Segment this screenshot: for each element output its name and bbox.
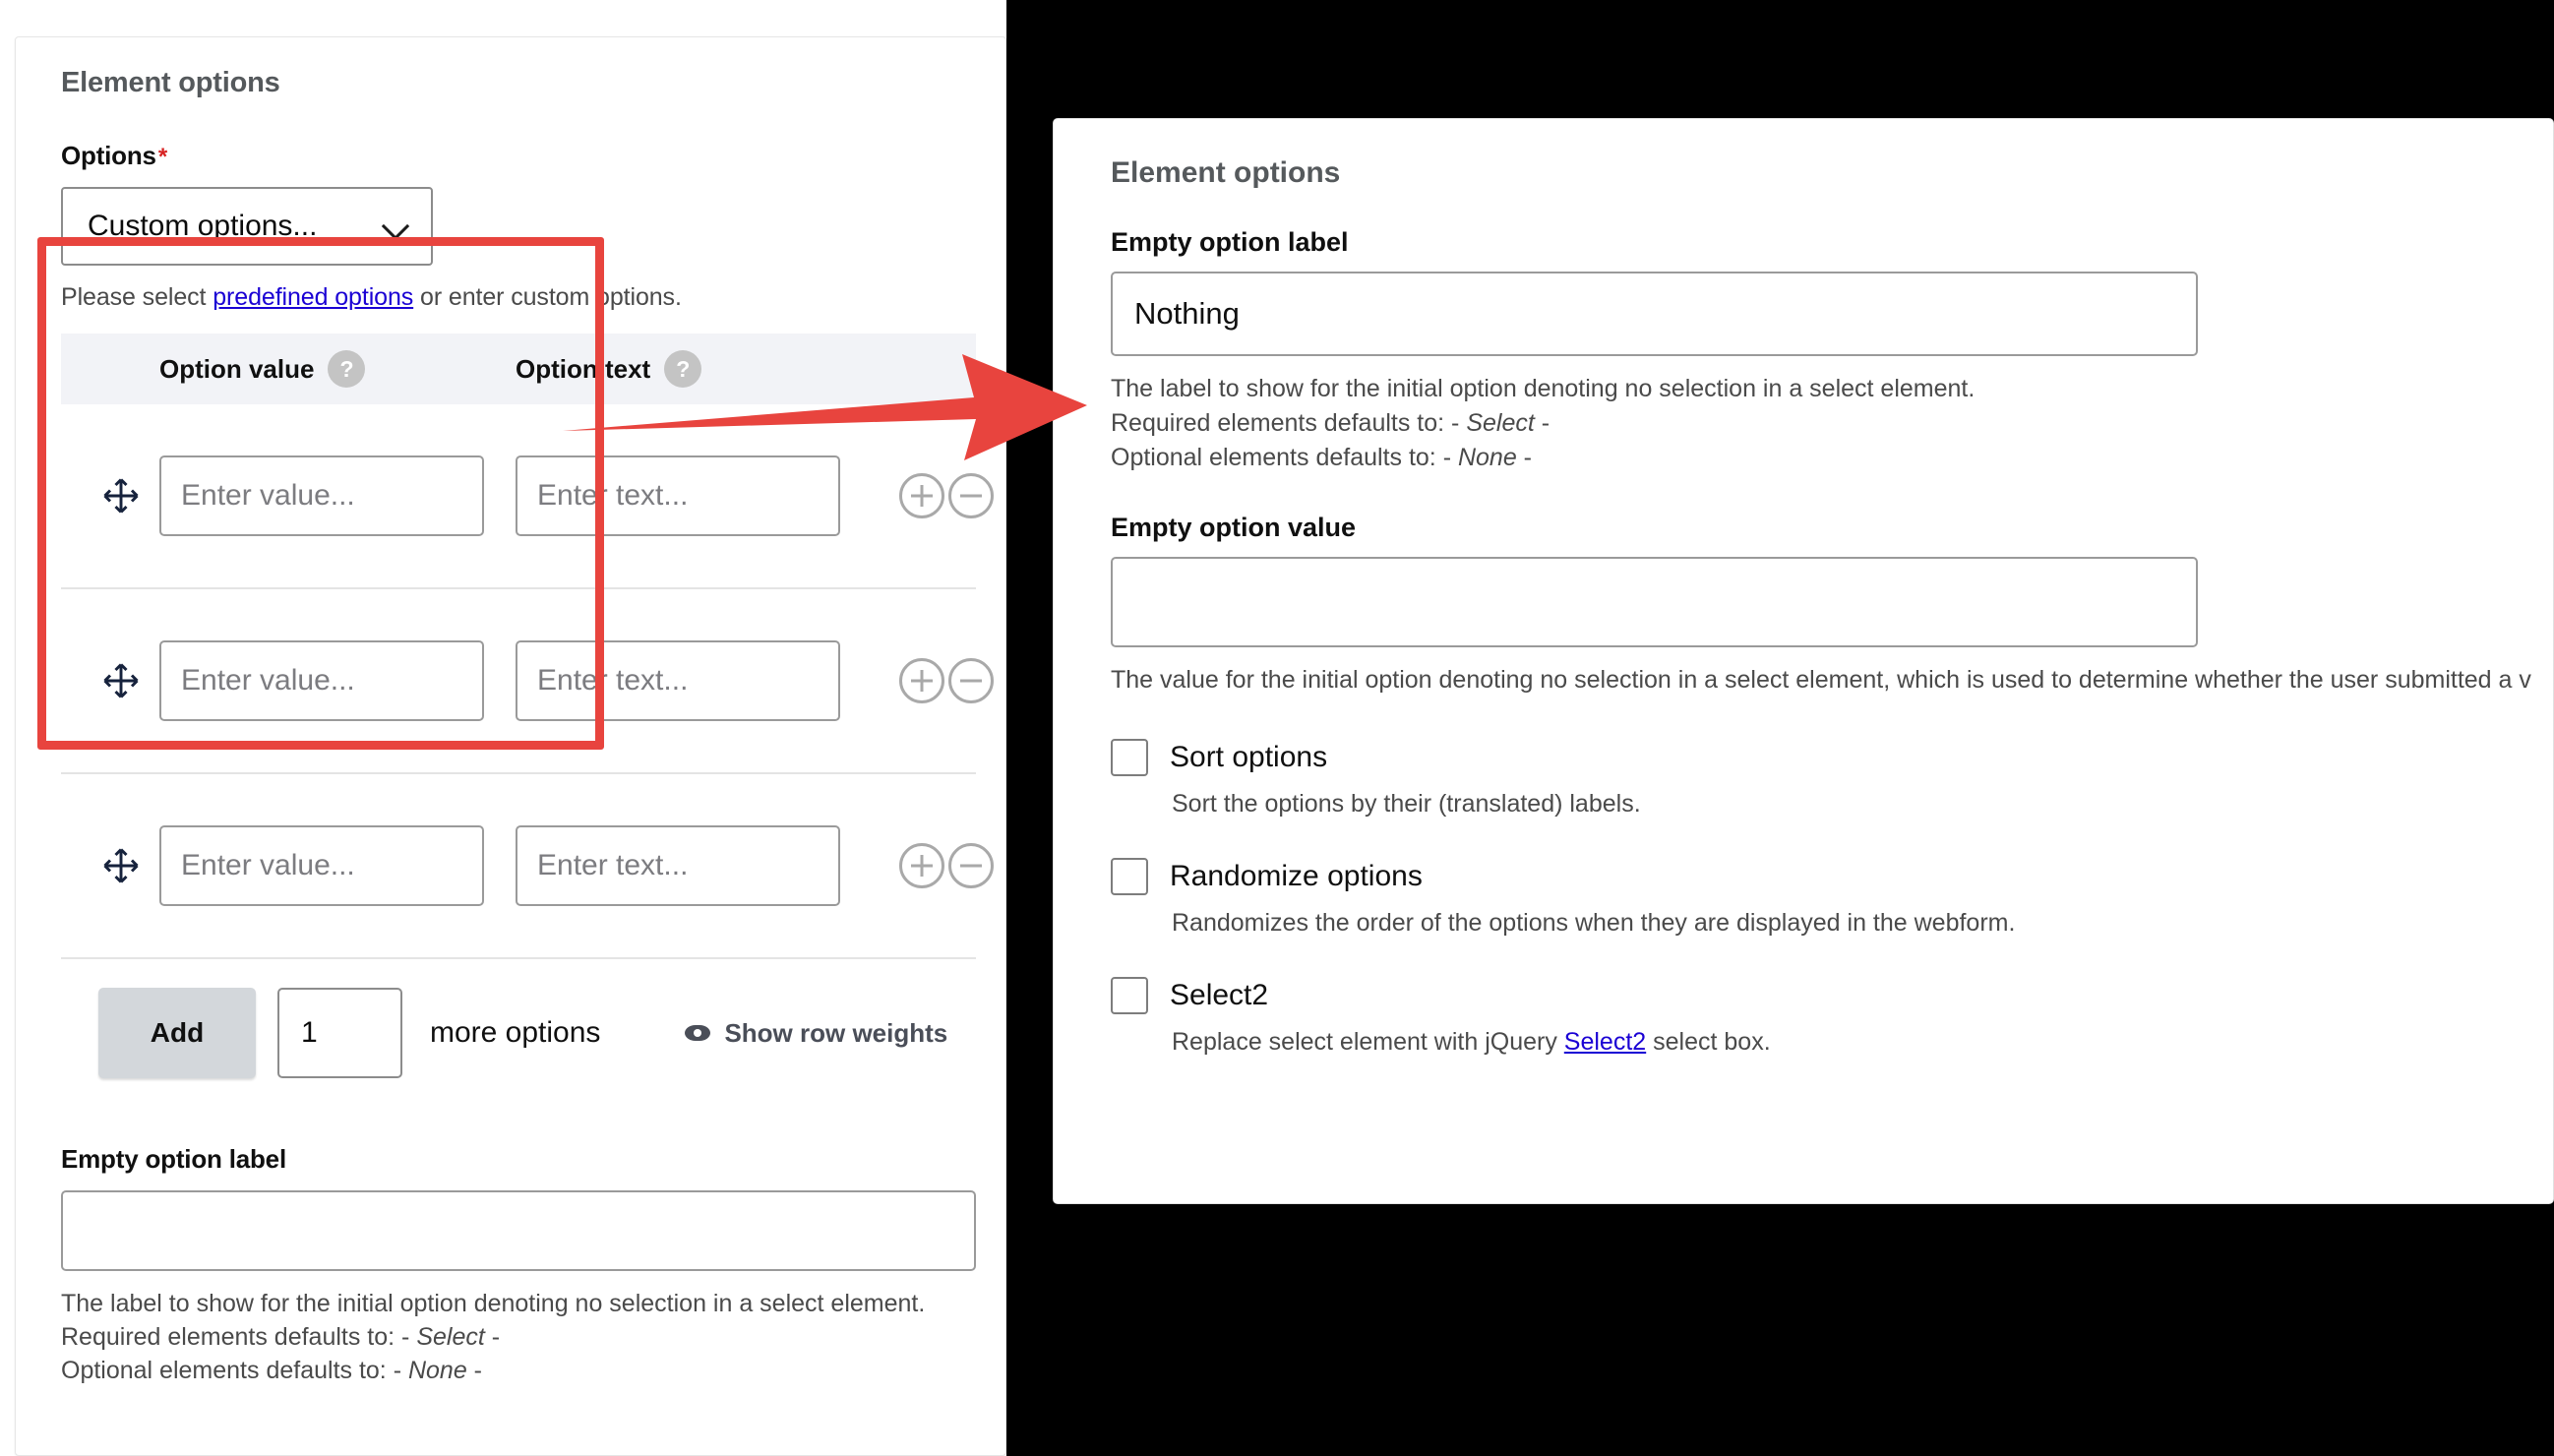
plus-circle-icon[interactable]	[899, 658, 944, 703]
highlight-rectangle	[37, 237, 604, 750]
empty-option-label-label: Empty option label	[61, 1144, 286, 1174]
empty-option-label-group: Empty option label The label to show for…	[61, 1144, 976, 1387]
detail-required-default-line: Required elements defaults to: - Select …	[1111, 409, 1551, 437]
detail-empty-option-value-description: The value for the initial option denotin…	[1111, 666, 2531, 694]
randomize-options-block: Randomize options Randomizes the order o…	[1111, 858, 2496, 938]
row-handle-cell	[61, 843, 159, 888]
sort-options-label: Sort options	[1170, 741, 1328, 773]
row-value-cell: Enter value...	[159, 825, 516, 906]
row-operations-cell	[872, 658, 994, 703]
eye-icon	[685, 1025, 711, 1041]
minus-circle-icon[interactable]	[948, 843, 994, 888]
add-button[interactable]: Add	[98, 988, 256, 1078]
options-label: Options*	[61, 141, 167, 170]
question-mark-icon[interactable]: ?	[664, 350, 702, 388]
screenshot-stage: Element options Options* Custom options.…	[0, 0, 2554, 1456]
detail-empty-option-label-input[interactable]: Nothing	[1111, 272, 2198, 356]
move-handle-icon[interactable]	[98, 843, 144, 888]
option-value-input[interactable]: Enter value...	[159, 825, 484, 906]
sort-options-block: Sort options Sort the options by their (…	[1111, 739, 2496, 819]
page-title: Element options	[61, 67, 280, 98]
select2-description: Replace select element with jQuery Selec…	[1172, 1028, 1771, 1056]
select2-label: Select2	[1170, 979, 1269, 1011]
table-row: Enter value... Enter text...	[61, 774, 994, 959]
select2-link[interactable]: Select2	[1564, 1028, 1646, 1056]
detail-empty-option-label-description: The label to show for the initial option…	[1111, 372, 2496, 475]
randomize-options-row[interactable]: Randomize options	[1111, 858, 2496, 895]
empty-option-label-input[interactable]	[61, 1190, 976, 1271]
randomize-options-checkbox[interactable]	[1111, 858, 1148, 895]
detail-empty-option-label-label: Empty option label	[1111, 227, 1349, 257]
minus-circle-icon[interactable]	[948, 473, 994, 518]
detail-empty-option-value-label: Empty option value	[1111, 513, 1357, 542]
element-options-panel: Element options Options* Custom options.…	[15, 36, 1006, 1456]
minus-circle-icon[interactable]	[948, 658, 994, 703]
detail-empty-option-value-group: Empty option value The value for the ini…	[1111, 513, 2531, 698]
option-text-input[interactable]: Enter text...	[516, 825, 840, 906]
sort-options-checkbox[interactable]	[1111, 739, 1148, 776]
row-text-cell: Enter text...	[516, 825, 872, 906]
detail-empty-option-value-input[interactable]	[1111, 557, 2198, 647]
more-options-label: more options	[430, 1016, 601, 1049]
detail-optional-default-line: Optional elements defaults to: - None -	[1111, 444, 1533, 471]
chevron-down-icon	[384, 213, 409, 239]
show-row-weights-label: Show row weights	[724, 1017, 948, 1048]
required-default-line: Required elements defaults to: - Select …	[61, 1323, 501, 1351]
select2-row[interactable]: Select2	[1111, 977, 2496, 1014]
randomize-options-description: Randomizes the order of the options when…	[1172, 909, 2016, 937]
detail-page-title: Element options	[1111, 156, 1341, 189]
plus-circle-icon[interactable]	[899, 473, 944, 518]
detail-checkbox-group: Sort options Sort the options by their (…	[1111, 739, 2496, 1057]
sort-options-row[interactable]: Sort options	[1111, 739, 2496, 776]
randomize-options-label: Randomize options	[1170, 860, 1423, 892]
select2-checkbox[interactable]	[1111, 977, 1148, 1014]
optional-default-line: Optional elements defaults to: - None -	[61, 1357, 483, 1384]
element-options-detail-panel: Element options Empty option label Nothi…	[1053, 118, 2554, 1204]
row-operations-cell	[872, 843, 994, 888]
plus-circle-icon[interactable]	[899, 843, 944, 888]
row-operations-cell	[872, 473, 994, 518]
select2-block: Select2 Replace select element with jQue…	[1111, 977, 2496, 1057]
add-count-input[interactable]: 1	[277, 988, 402, 1078]
show-row-weights-link[interactable]: Show row weights	[685, 1018, 947, 1049]
required-marker: *	[157, 144, 167, 170]
sort-options-description: Sort the options by their (translated) l…	[1172, 790, 1641, 818]
empty-option-label-description: The label to show for the initial option…	[61, 1287, 960, 1387]
detail-empty-option-label-group: Empty option label Nothing The label to …	[1111, 227, 2496, 475]
add-more-options-bar: Add 1 more options Show row weights	[61, 959, 976, 1107]
